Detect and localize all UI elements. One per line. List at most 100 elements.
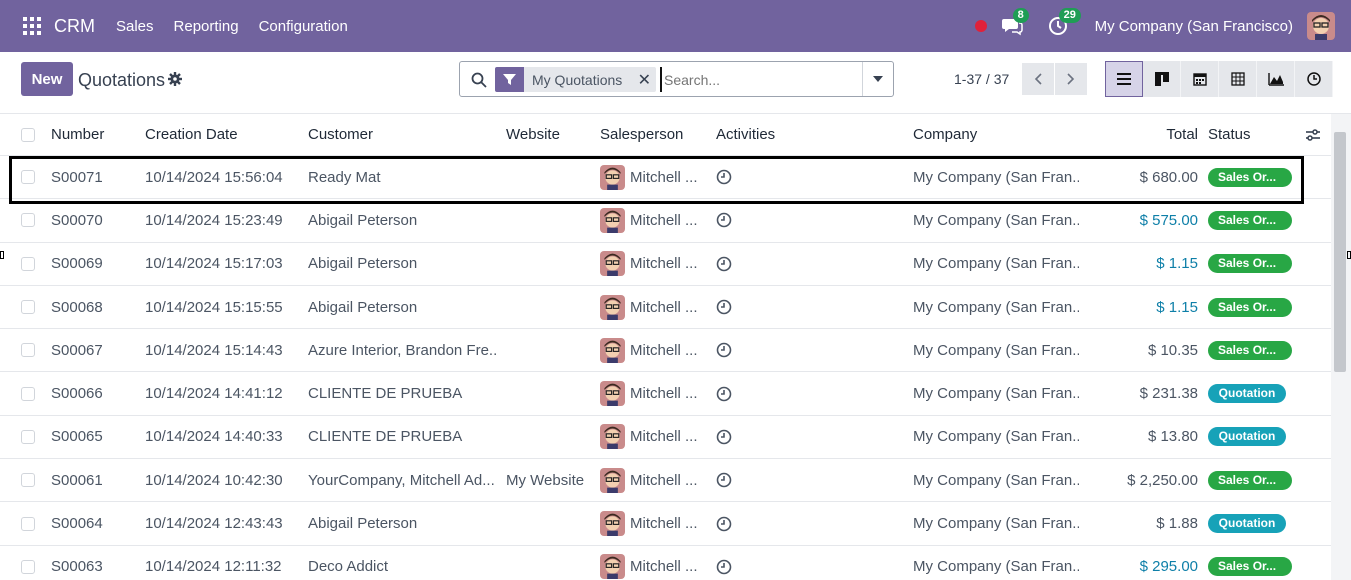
cell-status[interactable]: Quotation <box>1208 427 1298 447</box>
cell-number[interactable]: S00065 <box>51 428 141 445</box>
select-all-checkbox[interactable] <box>21 127 35 142</box>
row-checkbox[interactable] <box>21 516 35 531</box>
recording-dot-icon[interactable] <box>974 20 987 32</box>
cell-customer[interactable]: CLIENTE DE PRUEBA <box>308 385 498 402</box>
cell-salesperson[interactable]: Mitchell ... <box>600 381 712 407</box>
scrollbar-thumb[interactable] <box>1334 132 1346 372</box>
remove-facet-icon[interactable]: ✕ <box>632 67 657 92</box>
optional-columns-icon[interactable] <box>1305 127 1321 143</box>
column-website[interactable]: Website <box>506 126 596 143</box>
activity-clock-icon[interactable] <box>716 472 836 488</box>
table-row[interactable]: S00070 10/14/2024 15:23:49 Abigail Peterso… <box>0 199 1331 243</box>
cell-salesperson[interactable]: Mitchell ... <box>600 294 712 320</box>
cell-status[interactable]: Sales Or... <box>1208 557 1298 577</box>
vertical-scrollbar[interactable] <box>1331 114 1351 580</box>
cell-total[interactable]: $ 575.00 <box>1100 212 1198 229</box>
kanban-view-button[interactable] <box>1143 61 1181 97</box>
cell-creation-date[interactable]: 10/14/2024 10:42:30 <box>145 472 305 489</box>
cell-creation-date[interactable]: 10/14/2024 14:41:12 <box>145 385 305 402</box>
cell-customer[interactable]: Azure Interior, Brandon Fre... <box>308 342 498 359</box>
cell-company[interactable]: My Company (San Fran... <box>913 342 1079 359</box>
cell-total[interactable]: $ 13.80 <box>1100 428 1198 445</box>
table-row[interactable]: S00068 10/14/2024 15:15:55 Abigail Peterso… <box>0 286 1331 330</box>
table-row[interactable]: S00065 10/14/2024 14:40:33 CLIENTE DE PRUE… <box>0 416 1331 460</box>
cell-creation-date[interactable]: 10/14/2024 12:11:32 <box>145 558 305 575</box>
cell-company[interactable]: My Company (San Fran... <box>913 299 1079 316</box>
cell-number[interactable]: S00063 <box>51 558 141 575</box>
cell-status[interactable]: Sales Or... <box>1208 210 1298 230</box>
cell-number[interactable]: S00068 <box>51 299 141 316</box>
pager-previous-button[interactable] <box>1022 63 1054 95</box>
row-checkbox[interactable] <box>21 170 35 185</box>
cell-customer[interactable]: Deco Addict <box>308 558 498 575</box>
search-facet[interactable]: My Quotations ✕ <box>495 67 657 92</box>
cell-number[interactable]: S00061 <box>51 472 141 489</box>
activity-clock-icon[interactable] <box>716 429 836 445</box>
row-checkbox[interactable] <box>21 256 35 271</box>
table-row[interactable]: S00061 10/14/2024 10:42:30 YourCompany, Mi… <box>0 459 1331 503</box>
cell-company[interactable]: My Company (San Fran... <box>913 169 1079 186</box>
cell-total[interactable]: $ 1.15 <box>1100 255 1198 272</box>
activity-clock-icon[interactable] <box>716 342 836 358</box>
cell-status[interactable]: Sales Or... <box>1208 254 1298 274</box>
pivot-view-button[interactable] <box>1219 61 1257 97</box>
cell-customer[interactable]: Abigail Peterson <box>308 255 498 272</box>
row-checkbox[interactable] <box>21 213 35 228</box>
cell-status[interactable]: Quotation <box>1208 514 1298 534</box>
cell-company[interactable]: My Company (San Fran... <box>913 428 1079 445</box>
cell-salesperson[interactable]: Mitchell ... <box>600 251 712 277</box>
activity-clock-icon[interactable] <box>716 386 836 402</box>
cell-customer[interactable]: YourCompany, Mitchell Ad... <box>308 472 498 489</box>
cell-number[interactable]: S00064 <box>51 515 141 532</box>
column-customer[interactable]: Customer <box>308 126 498 143</box>
cell-number[interactable]: S00066 <box>51 385 141 402</box>
activity-clock-icon[interactable] <box>716 212 836 228</box>
cell-salesperson[interactable]: Mitchell ... <box>600 467 712 493</box>
cell-total[interactable]: $ 1.15 <box>1100 299 1198 316</box>
table-row[interactable]: S00069 10/14/2024 15:17:03 Abigail Peterso… <box>0 243 1331 286</box>
cell-customer[interactable]: Abigail Peterson <box>308 515 498 532</box>
row-checkbox[interactable] <box>21 343 35 358</box>
cell-website[interactable]: My Website <box>506 472 596 489</box>
column-activities[interactable]: Activities <box>716 126 836 143</box>
cell-customer[interactable]: Abigail Peterson <box>308 212 498 229</box>
search-icon[interactable] <box>471 72 487 88</box>
cell-creation-date[interactable]: 10/14/2024 15:17:03 <box>145 255 305 272</box>
user-avatar[interactable] <box>1307 12 1335 40</box>
column-status[interactable]: Status <box>1208 126 1298 143</box>
table-row[interactable]: S00063 10/14/2024 12:11:32 Deco Addict Mitc… <box>0 546 1331 580</box>
messages-icon[interactable]: 8 <box>1001 8 1029 37</box>
cell-status[interactable]: Sales Or... <box>1208 340 1298 360</box>
app-menu-icon[interactable] <box>23 17 41 35</box>
cell-total[interactable]: $ 2,250.00 <box>1100 472 1198 489</box>
cell-company[interactable]: My Company (San Fran... <box>913 472 1079 489</box>
cell-customer[interactable]: CLIENTE DE PRUEBA <box>308 428 498 445</box>
cell-status[interactable]: Sales Or... <box>1208 167 1298 187</box>
menu-sales[interactable]: Sales <box>116 18 154 35</box>
column-total[interactable]: Total <box>1100 126 1198 143</box>
cell-salesperson[interactable]: Mitchell ... <box>600 164 712 190</box>
cell-salesperson[interactable]: Mitchell ... <box>600 424 712 450</box>
cell-total[interactable]: $ 10.35 <box>1100 342 1198 359</box>
activity-clock-icon[interactable] <box>716 256 836 272</box>
row-checkbox[interactable] <box>21 473 35 488</box>
activities-clock-icon[interactable]: 29 <box>1047 8 1081 37</box>
table-row[interactable]: S00064 10/14/2024 12:43:43 Abigail Peterso… <box>0 502 1331 546</box>
cell-company[interactable]: My Company (San Fran... <box>913 212 1079 229</box>
cell-number[interactable]: S00071 <box>51 169 141 186</box>
row-checkbox[interactable] <box>21 300 35 315</box>
row-checkbox[interactable] <box>21 429 35 444</box>
activity-view-button[interactable] <box>1295 61 1333 97</box>
company-switcher[interactable]: My Company (San Francisco) <box>1095 18 1293 35</box>
cell-number[interactable]: S00069 <box>51 255 141 272</box>
row-checkbox[interactable] <box>21 559 35 574</box>
search-bar[interactable]: My Quotations ✕ <box>459 61 894 97</box>
cell-company[interactable]: My Company (San Fran... <box>913 558 1079 575</box>
cell-creation-date[interactable]: 10/14/2024 12:43:43 <box>145 515 305 532</box>
menu-configuration[interactable]: Configuration <box>259 18 348 35</box>
cell-status[interactable]: Quotation <box>1208 384 1298 404</box>
activity-clock-icon[interactable] <box>716 169 836 185</box>
table-row[interactable]: S00067 10/14/2024 15:14:43 Azure Interior,… <box>0 329 1331 373</box>
new-button[interactable]: New <box>21 62 73 96</box>
cell-status[interactable]: Sales Or... <box>1208 297 1298 317</box>
